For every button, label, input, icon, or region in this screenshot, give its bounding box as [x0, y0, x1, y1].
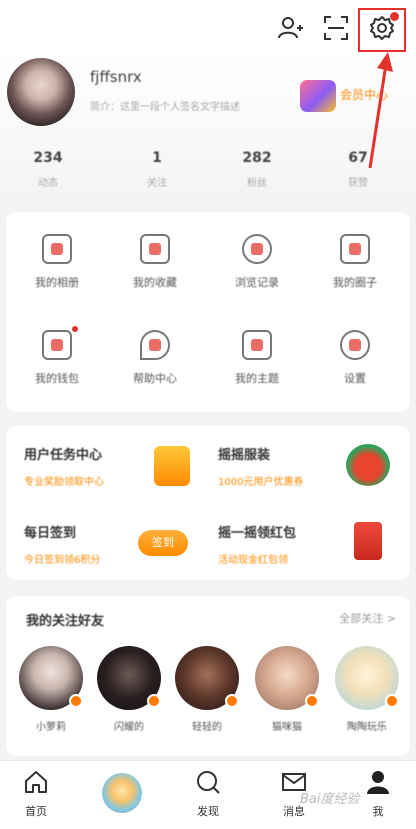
feature-grid-card: 我的相册 我的收藏 浏览记录 我的圈子 我的钱包 帮助中心 我的主题 设置	[6, 212, 410, 412]
notification-dot	[390, 12, 399, 21]
friend-name: 轻轻的	[192, 722, 222, 733]
grid-item-history[interactable]: 浏览记录	[212, 234, 302, 290]
avatar[interactable]	[7, 58, 75, 126]
stat-label: 获赞	[348, 178, 368, 189]
favorites-icon	[140, 234, 170, 264]
promo-task-center[interactable]: 用户任务中心 专业奖励领取中心	[24, 444, 104, 488]
grid-label: 设置	[344, 372, 366, 385]
friend-avatar	[335, 646, 399, 710]
friend-name: 闪耀的	[114, 722, 144, 733]
watermark: Bai度经验	[300, 792, 360, 807]
friend-avatar	[19, 646, 83, 710]
promo-subtitle: 活动现金红包领	[218, 555, 288, 566]
friends-card: 我的关注好友 全部关注 > 小萝莉 闪耀的 轻轻的 猫咪猫 陶陶玩乐	[6, 596, 410, 756]
friend-badge-icon	[147, 694, 161, 708]
stat-item[interactable]: 234 动态	[18, 150, 78, 189]
theme-icon	[242, 330, 272, 360]
grid-item-wallet[interactable]: 我的钱包	[12, 330, 102, 386]
promo-daily-checkin[interactable]: 每日签到 今日签到领6积分	[24, 522, 100, 566]
stat-item[interactable]: 282 粉丝	[227, 150, 287, 189]
promo-title: 用户任务中心	[24, 448, 103, 463]
gift-icon[interactable]	[154, 446, 190, 486]
stat-item[interactable]: 1 关注	[127, 150, 187, 189]
stat-label: 关注	[147, 178, 167, 189]
circle-icon	[340, 234, 370, 264]
tab-home[interactable]: 首页	[6, 769, 66, 819]
friend-item[interactable]: 轻轻的	[172, 646, 242, 733]
stat-value: 1	[152, 150, 162, 166]
promo-clothing[interactable]: 摇摇服装 1000元用户优惠券	[218, 444, 303, 488]
search-icon	[197, 771, 220, 794]
stats-row: 234 动态 1 关注 282 粉丝 67 获赞	[0, 150, 416, 196]
tab-center-avatar[interactable]	[92, 769, 152, 813]
center-avatar-icon	[102, 773, 142, 813]
promo-title: 摇一摇领红包	[218, 526, 297, 541]
grid-label: 我的钱包	[35, 372, 79, 385]
friend-avatar	[255, 646, 319, 710]
tab-label: 首页	[25, 805, 47, 818]
gear-icon	[340, 330, 370, 360]
friend-name: 陶陶玩乐	[347, 722, 387, 733]
grid-item-circle[interactable]: 我的圈子	[310, 234, 400, 290]
promo-subtitle: 专业奖励领取中心	[24, 477, 104, 488]
home-icon	[25, 771, 47, 793]
wallet-icon	[42, 330, 72, 360]
friend-badge-icon	[69, 694, 83, 708]
friend-name: 猫咪猫	[272, 722, 302, 733]
promo-subtitle: 1000元用户优惠券	[218, 477, 304, 488]
username[interactable]: fjffsnrx	[90, 68, 142, 86]
grid-label: 我的主题	[235, 372, 279, 385]
sign-in-button[interactable]: 签到	[138, 530, 188, 556]
section-title: 我的关注好友	[26, 614, 105, 629]
friend-badge-icon	[305, 694, 319, 708]
grid-label: 我的圈子	[333, 276, 377, 289]
grid-label: 帮助中心	[133, 372, 177, 385]
red-envelope-icon[interactable]	[354, 522, 382, 560]
tab-discover[interactable]: 发现	[178, 769, 238, 819]
grid-label: 我的相册	[35, 276, 79, 289]
promo-title: 摇摇服装	[218, 448, 271, 463]
friend-item[interactable]: 闪耀的	[94, 646, 164, 733]
friend-badge-icon	[385, 694, 399, 708]
grid-item-theme[interactable]: 我的主题	[212, 330, 302, 386]
see-all-link[interactable]: 全部关注 >	[339, 610, 396, 626]
grid-badge-dot	[72, 326, 78, 332]
stat-label: 粉丝	[247, 178, 267, 189]
stat-label: 动态	[38, 178, 58, 189]
help-icon	[140, 330, 170, 360]
watermelon-icon[interactable]	[346, 444, 390, 486]
annotation-arrow	[368, 52, 393, 169]
friend-avatar	[175, 646, 239, 710]
promo-red-envelope[interactable]: 摇一摇领红包 活动现金红包领	[218, 522, 296, 566]
top-bar	[0, 0, 416, 52]
stat-value: 282	[242, 150, 272, 166]
friend-name: 小萝莉	[36, 722, 66, 733]
tab-label: 发现	[197, 805, 219, 818]
friend-avatar	[97, 646, 161, 710]
stat-value: 234	[33, 150, 63, 166]
friend-item[interactable]: 小萝莉	[16, 646, 86, 733]
friend-badge-icon	[225, 694, 239, 708]
promo-title: 每日签到	[24, 526, 77, 541]
bio-text: 简介：这里一段个人签名文字描述	[90, 102, 240, 113]
promo-subtitle: 今日签到领6积分	[24, 555, 101, 566]
album-icon	[42, 234, 72, 264]
friend-item[interactable]: 猫咪猫	[252, 646, 322, 733]
grid-item-help[interactable]: 帮助中心	[110, 330, 200, 386]
grid-label: 浏览记录	[235, 276, 279, 289]
vip-badge-icon[interactable]	[300, 80, 336, 112]
history-icon	[242, 234, 272, 264]
grid-item-settings[interactable]: 设置	[310, 330, 400, 386]
scan-icon[interactable]	[322, 14, 350, 42]
friend-item[interactable]: 陶陶玩乐	[332, 646, 402, 733]
promo-card: 用户任务中心 专业奖励领取中心 摇摇服装 1000元用户优惠券 每日签到 今日签…	[6, 426, 410, 580]
grid-item-favorites[interactable]: 我的收藏	[110, 234, 200, 290]
grid-label: 我的收藏	[133, 276, 177, 289]
user-icon	[367, 771, 389, 794]
add-friend-icon[interactable]	[276, 14, 304, 42]
grid-item-album[interactable]: 我的相册	[12, 234, 102, 290]
